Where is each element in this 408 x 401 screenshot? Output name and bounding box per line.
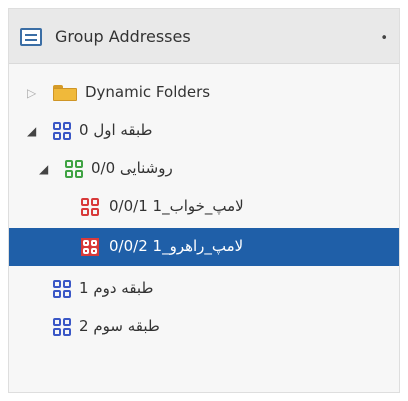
tree-item-ga-0-0-1[interactable]: لامپ_خواب_1 0/0/1 <box>9 189 399 225</box>
tree-item-label: طبقه دوم 1 <box>79 279 154 297</box>
panel-title: Group Addresses <box>55 27 191 46</box>
group-icon <box>53 122 71 140</box>
collapse-arrow-icon[interactable]: ◢ <box>27 125 39 137</box>
tree-item-label: طبقه سوم 2 <box>79 317 160 335</box>
group-address-icon <box>81 198 99 216</box>
tree-item-label: روشنایی 0/0 <box>91 159 173 177</box>
folder-icon <box>53 85 77 101</box>
panel-header[interactable]: Group Addresses • <box>9 9 399 64</box>
group-icon <box>53 318 71 336</box>
tree-item-label: لامپ_خواب_1 0/0/1 <box>109 197 244 215</box>
tree-item-ga-0-0-2[interactable]: لامپ_راهرو_1 0/0/2 <box>9 228 399 266</box>
tree-item-label: طبقه اول 0 <box>79 121 153 139</box>
tree-item-label: Dynamic Folders <box>85 83 211 101</box>
collapse-arrow-icon[interactable]: ◢ <box>39 163 51 175</box>
tree-item-middle-0-0[interactable]: ◢ روشنایی 0/0 <box>9 151 399 187</box>
group-icon <box>65 160 83 178</box>
tree-item-label: لامپ_راهرو_1 0/0/2 <box>109 237 244 255</box>
tree-item-main-2[interactable]: طبقه سوم 2 <box>9 309 399 345</box>
group-addresses-panel: Group Addresses • ▷ Dynamic Folders ◢ طب… <box>8 8 400 393</box>
group-address-icon <box>81 238 99 256</box>
expand-arrow-icon[interactable]: ▷ <box>27 87 39 99</box>
group-icon <box>53 280 71 298</box>
tree-item-main-1[interactable]: طبقه دوم 1 <box>9 271 399 307</box>
tree-item-dynamic-folders[interactable]: ▷ Dynamic Folders <box>9 75 399 111</box>
group-addresses-icon <box>20 28 42 46</box>
dropdown-icon[interactable]: • <box>380 31 388 46</box>
tree-item-main-0[interactable]: ◢ طبقه اول 0 <box>9 113 399 149</box>
